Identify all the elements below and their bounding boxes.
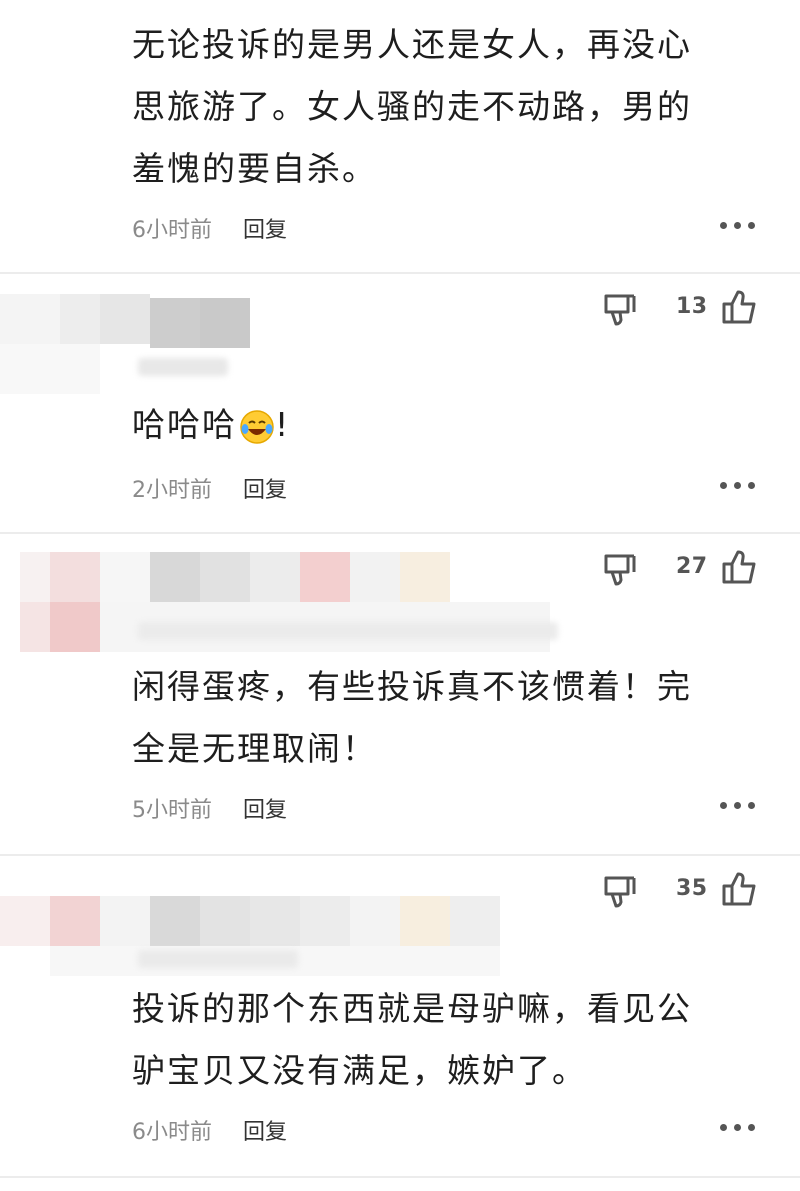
comment-text: 闲得蛋疼，有些投诉真不该惯着！完 全是无理取闹！ [132,656,772,780]
username[interactable] [138,358,228,376]
comment-text-line: 无论投诉的是男人还是女人，再没心 [132,25,692,64]
comment-item: 13 哈哈哈 ! 2小时前 回复 [0,274,800,532]
comment-text-line: 全是无理取闹！ [132,729,377,768]
thumb-up-icon[interactable] [718,546,760,588]
comment-meta: 6小时前 回复 [132,1114,287,1146]
comment-text: 投诉的那个东西就是母驴嘛，看见公 驴宝贝又没有满足，嫉妒了。 [132,978,772,1102]
comment-meta: 5小时前 回复 [132,792,287,824]
comment-text-line: 闲得蛋疼，有些投诉真不该惯着！完 [132,667,692,706]
comment-time: 5小时前 [132,798,212,823]
comment-text-suffix: ! [275,405,291,444]
reply-button[interactable]: 回复 [243,218,287,243]
laughing-tears-emoji [240,409,274,444]
more-icon[interactable] [718,1122,758,1134]
comment-meta: 2小时前 回复 [132,472,287,504]
comment-meta: 6小时前 回复 [132,212,287,244]
comment-text: 哈哈哈 ! [132,394,772,456]
comment-text-line: 思旅游了。女人骚的走不动路，男的 [132,87,692,126]
like-count: 13 [676,294,708,319]
thumb-down-icon[interactable] [600,548,640,588]
thumb-down-icon[interactable] [600,870,640,910]
more-icon[interactable] [718,800,758,812]
avatar[interactable] [0,274,260,394]
comment-text-line: 羞愧的要自杀。 [132,149,377,188]
divider [0,1176,800,1178]
comment-time: 2小时前 [132,478,212,503]
reply-button[interactable]: 回复 [243,478,287,503]
comment-text-line: 驴宝贝又没有满足，嫉妒了。 [132,1051,587,1090]
comment-text-line: 投诉的那个东西就是母驴嘛，看见公 [132,989,692,1028]
comment-item: 无论投诉的是男人还是女人，再没心 思旅游了。女人骚的走不动路，男的 羞愧的要自杀… [0,0,800,272]
username[interactable] [138,950,298,968]
comment-item: 35 投诉的那个东西就是母驴嘛，看见公 驴宝贝又没有满足，嫉妒了。 6小时前 回… [0,856,800,1176]
thumb-down-icon[interactable] [600,288,640,328]
comment-item: 27 闲得蛋疼，有些投诉真不该惯着！完 全是无理取闹！ 5小时前 回复 [0,534,800,854]
comment-text: 无论投诉的是男人还是女人，再没心 思旅游了。女人骚的走不动路，男的 羞愧的要自杀… [132,14,772,200]
like-count: 27 [676,554,708,579]
thumb-up-icon[interactable] [718,868,760,910]
vote-bar: 27 [600,534,800,594]
like-count: 35 [676,876,708,901]
comment-text-line: 哈哈哈 [132,405,237,444]
more-icon[interactable] [718,220,758,232]
thumb-up-icon[interactable] [718,286,760,328]
vote-bar: 13 [600,274,800,334]
username[interactable] [138,622,558,640]
comment-time: 6小时前 [132,218,212,243]
vote-bar: 35 [600,856,800,916]
reply-button[interactable]: 回复 [243,1120,287,1145]
more-icon[interactable] [718,480,758,492]
comment-time: 6小时前 [132,1120,212,1145]
reply-button[interactable]: 回复 [243,798,287,823]
